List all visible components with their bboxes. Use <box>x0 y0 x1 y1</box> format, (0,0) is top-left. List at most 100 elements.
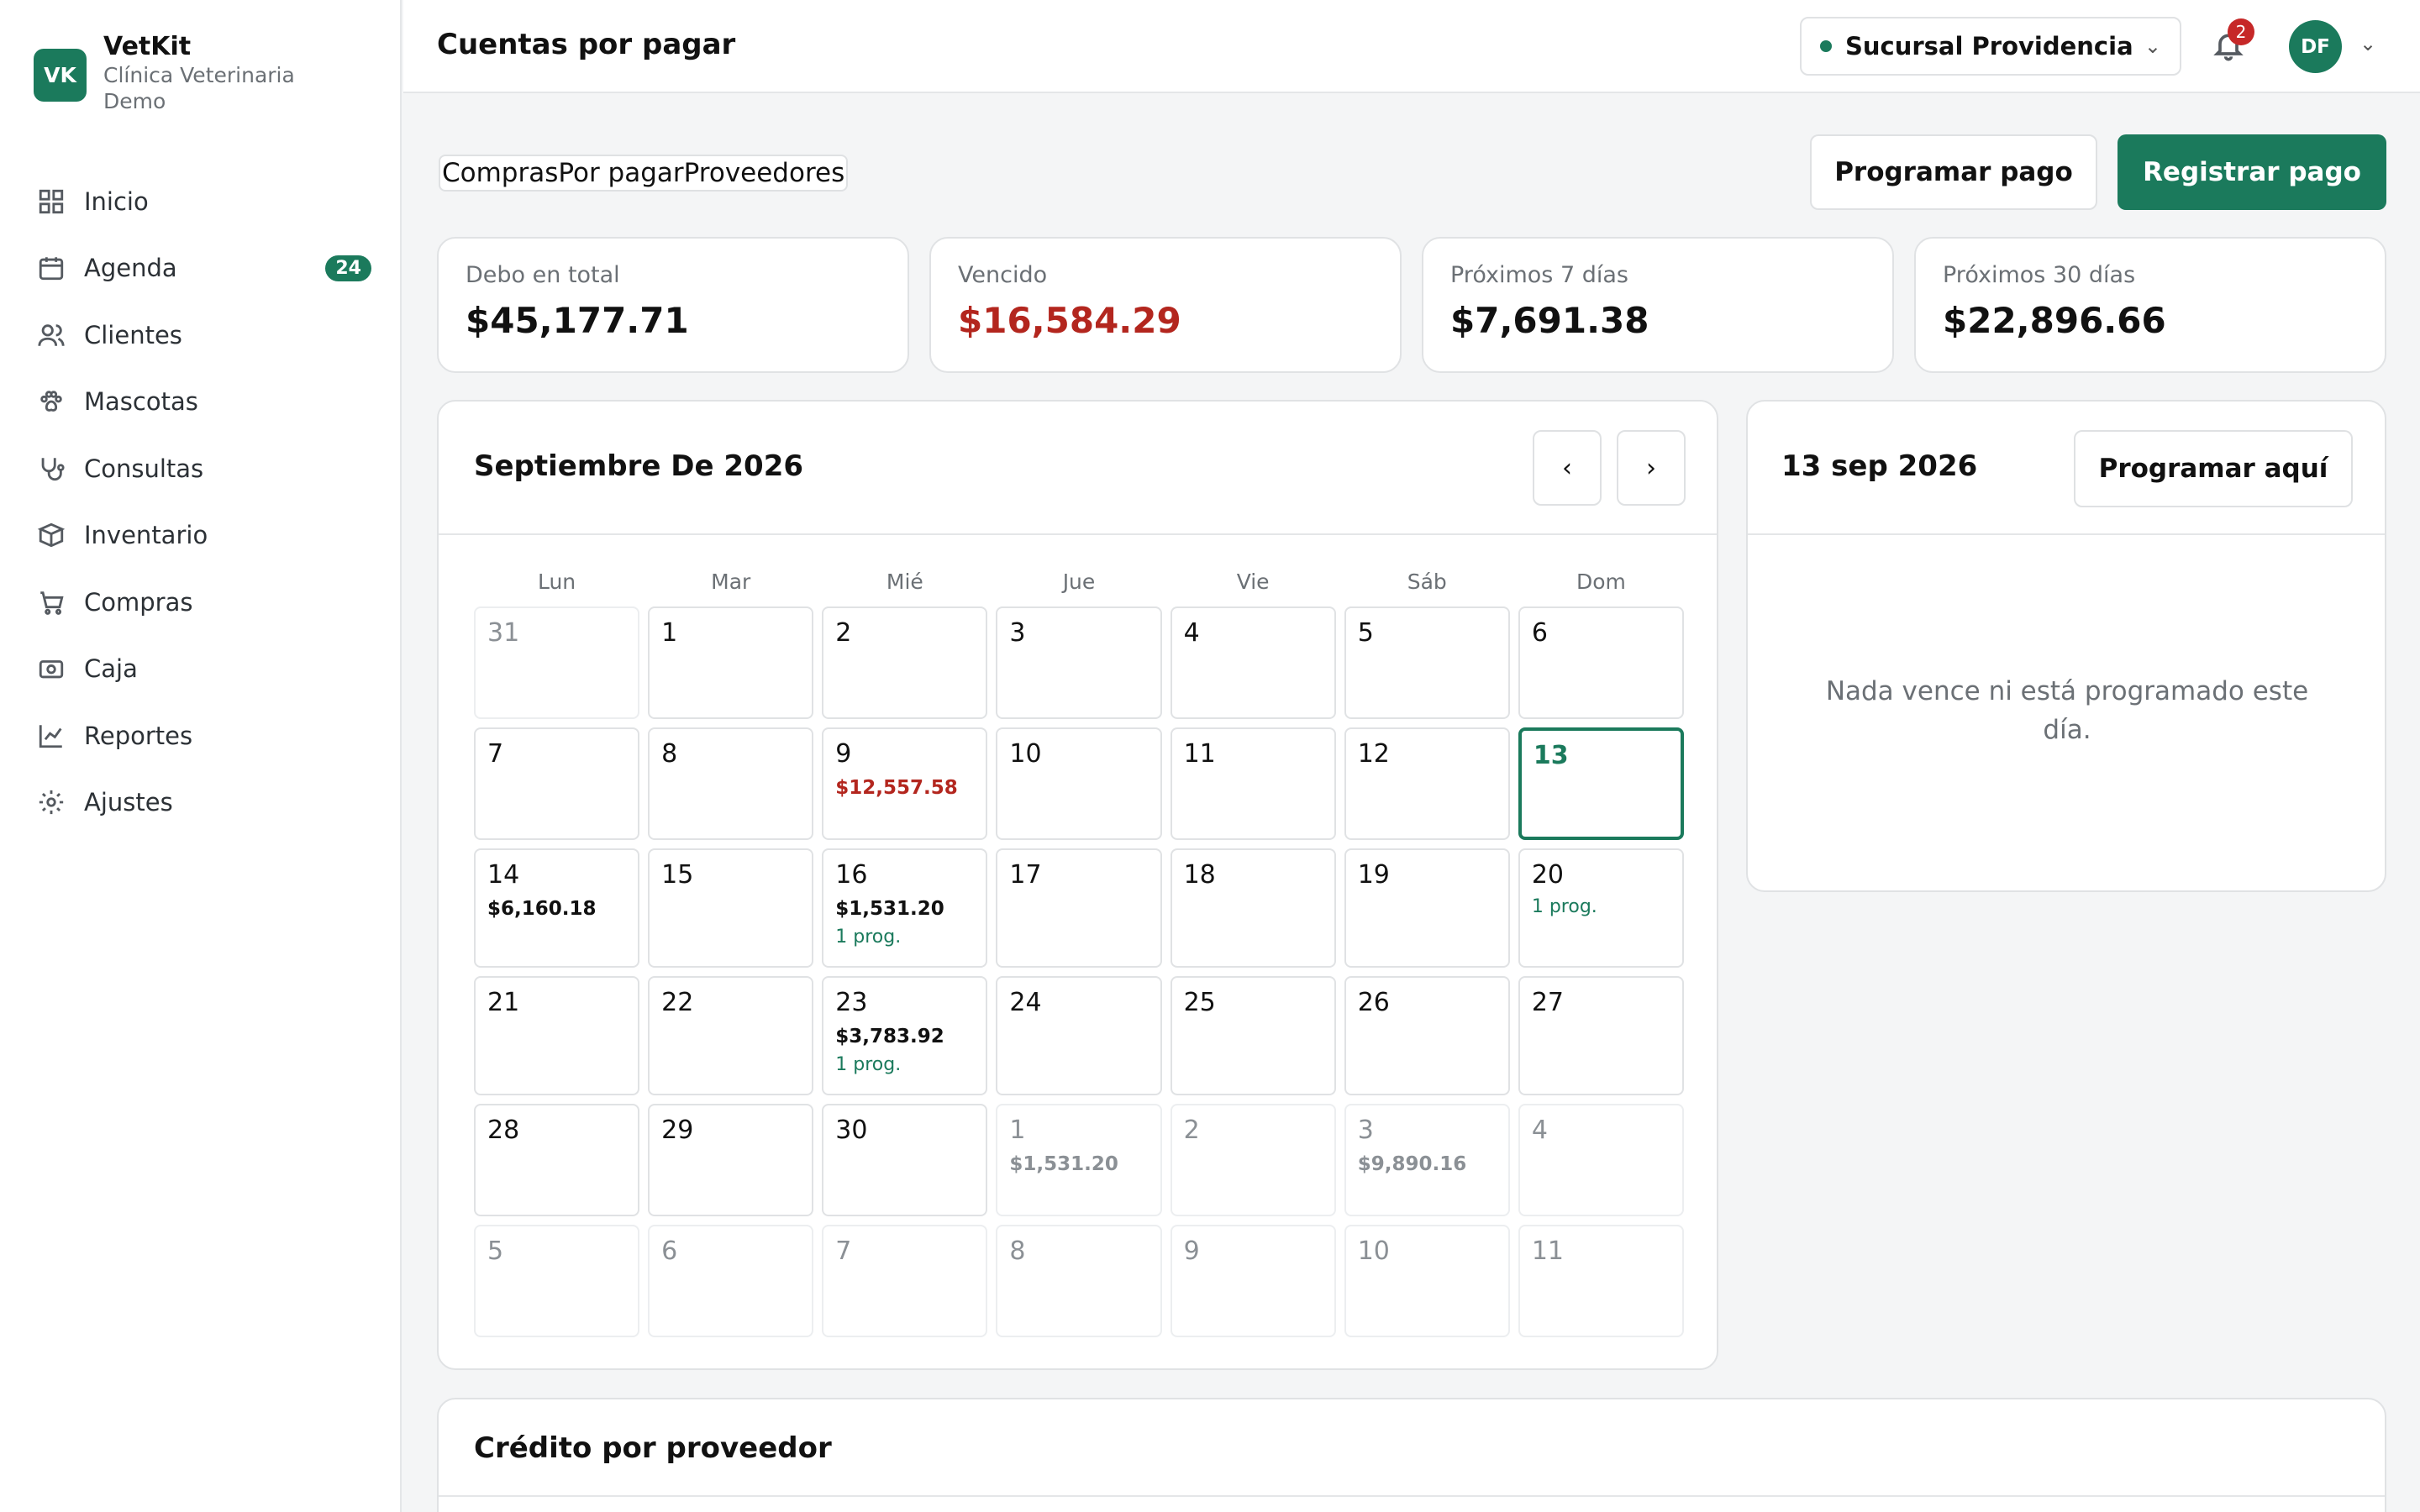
calendar-icon <box>35 252 67 284</box>
calendar-day[interactable]: 15 <box>648 848 814 968</box>
calendar-day[interactable]: 19 <box>1344 848 1510 968</box>
empty-state-text: Nada vence ni está programado este día. <box>1825 676 2309 745</box>
calendar-day[interactable]: 27 <box>1518 976 1684 1095</box>
day-number: 4 <box>1183 618 1200 648</box>
stat-label: Debo en total <box>466 262 620 288</box>
day-number: 19 <box>1357 860 1390 890</box>
stat-value: $45,177.71 <box>466 300 689 341</box>
day-number: 31 <box>487 618 520 648</box>
calendar-day[interactable]: 28 <box>474 1104 640 1216</box>
sidebar-nav: Inicio Agenda 24 Clientes Mascotas Consultas I… <box>35 168 371 836</box>
calendar-day[interactable]: 3 <box>996 606 1162 719</box>
schedule-payment-button[interactable]: Programar pago <box>1810 134 2097 210</box>
calendar-day[interactable]: 4 <box>1518 1104 1684 1216</box>
sidebar-item-mascotas[interactable]: Mascotas <box>35 369 371 436</box>
calendar-day[interactable]: 1 <box>648 606 814 719</box>
calendar-day[interactable]: 1 $1,531.20 <box>996 1104 1162 1216</box>
branch-selector[interactable]: Sucursal Providencia ⌄ <box>1800 17 2181 76</box>
avatar[interactable]: DF <box>2289 20 2342 73</box>
day-number: 8 <box>1009 1236 1026 1266</box>
day-number: 22 <box>661 988 694 1017</box>
sidebar-item-ajustes[interactable]: Ajustes <box>35 769 371 837</box>
calendar-day[interactable]: 6 <box>648 1225 814 1337</box>
sidebar-item-compras[interactable]: Compras <box>35 569 371 636</box>
previous-month-button[interactable]: ‹ <box>1533 430 1602 506</box>
calendar-day[interactable]: 7 <box>822 1225 988 1337</box>
weekday-label: Mar <box>711 570 751 594</box>
calendar-day-today[interactable]: 13 <box>1518 727 1684 840</box>
calendar-day[interactable]: 11 <box>1518 1225 1684 1337</box>
calendar-day[interactable]: 12 <box>1344 727 1510 840</box>
stat-label: Vencido <box>958 262 1048 288</box>
calendar-day[interactable]: 8 <box>648 727 814 840</box>
calendar-day[interactable]: 29 <box>648 1104 814 1216</box>
day-number: 23 <box>835 988 868 1017</box>
brand-logo: VK <box>34 49 87 102</box>
status-dot <box>1820 40 1832 52</box>
calendar-day[interactable]: 22 <box>648 976 814 1095</box>
sidebar-item-label: Inventario <box>84 521 208 550</box>
calendar-day[interactable]: 2 <box>822 606 988 719</box>
calendar-day[interactable]: 14 $6,160.18 <box>474 848 640 968</box>
calendar-day[interactable]: 20 1 prog. <box>1518 848 1684 968</box>
section-tabs: Compras Por pagar Proveedores <box>439 155 849 192</box>
calendar-day[interactable]: 11 <box>1170 727 1336 840</box>
day-number: 6 <box>1531 618 1548 648</box>
calendar-day[interactable]: 10 <box>996 727 1162 840</box>
calendar-day[interactable]: 30 <box>822 1104 988 1216</box>
sidebar-item-consultas[interactable]: Consultas <box>35 435 371 502</box>
next-month-button[interactable]: › <box>1617 430 1686 506</box>
sidebar-item-label: Mascotas <box>84 387 198 417</box>
sidebar-item-label: Agenda <box>84 254 177 283</box>
calendar-day[interactable]: 17 <box>996 848 1162 968</box>
payments-calendar: Septiembre De 2026 ‹ › Lun Mar Mié Jue Vie Sá… <box>437 400 1718 1370</box>
calendar-day[interactable]: 4 <box>1170 606 1336 719</box>
calendar-day[interactable]: 7 <box>474 727 640 840</box>
calendar-day[interactable]: 16 $1,531.20 1 prog. <box>822 848 988 968</box>
day-number: 25 <box>1183 988 1216 1017</box>
day-number: 24 <box>1009 988 1042 1017</box>
sidebar-item-inventario[interactable]: Inventario <box>35 502 371 570</box>
day-number: 16 <box>835 860 868 890</box>
tab-compras[interactable]: Compras <box>442 158 558 188</box>
calendar-day[interactable]: 21 <box>474 976 640 1095</box>
tab-por-pagar[interactable]: Por pagar <box>558 158 683 188</box>
day-number: 10 <box>1009 739 1042 769</box>
calendar-day[interactable]: 2 <box>1170 1104 1336 1216</box>
due-amount: $1,531.20 <box>1009 1153 1118 1175</box>
day-number: 29 <box>661 1116 694 1145</box>
calendar-day[interactable]: 3 $9,890.16 <box>1344 1104 1510 1216</box>
day-number: 30 <box>835 1116 868 1145</box>
register-payment-button[interactable]: Registrar pago <box>2118 134 2386 210</box>
calendar-day[interactable]: 10 <box>1344 1225 1510 1337</box>
day-number: 5 <box>1357 618 1374 648</box>
sidebar-item-agenda[interactable]: Agenda 24 <box>35 235 371 302</box>
calendar-day[interactable]: 5 <box>474 1225 640 1337</box>
sidebar-item-caja[interactable]: Caja <box>35 636 371 703</box>
sidebar-item-clientes[interactable]: Clientes <box>35 302 371 369</box>
stat-card-total: Debo en total $45,177.71 <box>437 237 909 373</box>
scheduled-count: 1 prog. <box>835 927 902 948</box>
calendar-day[interactable]: 5 <box>1344 606 1510 719</box>
chevron-down-icon[interactable]: ⌄ <box>2360 32 2376 55</box>
calendar-day[interactable]: 9 $12,557.58 <box>822 727 988 840</box>
sidebar-item-reportes[interactable]: Reportes <box>35 702 371 769</box>
calendar-day[interactable]: 23 $3,783.92 1 prog. <box>822 976 988 1095</box>
sidebar-item-inicio[interactable]: Inicio <box>35 168 371 235</box>
calendar-day[interactable]: 24 <box>996 976 1162 1095</box>
calendar-day[interactable]: 31 <box>474 606 640 719</box>
day-number: 4 <box>1531 1116 1548 1145</box>
calendar-day[interactable]: 18 <box>1170 848 1336 968</box>
calendar-day[interactable]: 25 <box>1170 976 1336 1095</box>
tab-proveedores[interactable]: Proveedores <box>684 158 845 188</box>
day-number: 2 <box>835 618 852 648</box>
calendar-day[interactable]: 8 <box>996 1225 1162 1337</box>
calendar-day[interactable]: 26 <box>1344 976 1510 1095</box>
day-number: 27 <box>1531 988 1565 1017</box>
schedule-here-button[interactable]: Programar aquí <box>2074 430 2353 507</box>
calendar-day[interactable]: 9 <box>1170 1225 1336 1337</box>
topbar: Cuentas por pagar Sucursal Providencia ⌄… <box>403 0 2420 93</box>
calendar-day[interactable]: 6 <box>1518 606 1684 719</box>
scheduled-count: 1 prog. <box>1531 896 1597 917</box>
brand[interactable]: VK VetKit Clínica Veterinaria Demo <box>34 32 339 114</box>
